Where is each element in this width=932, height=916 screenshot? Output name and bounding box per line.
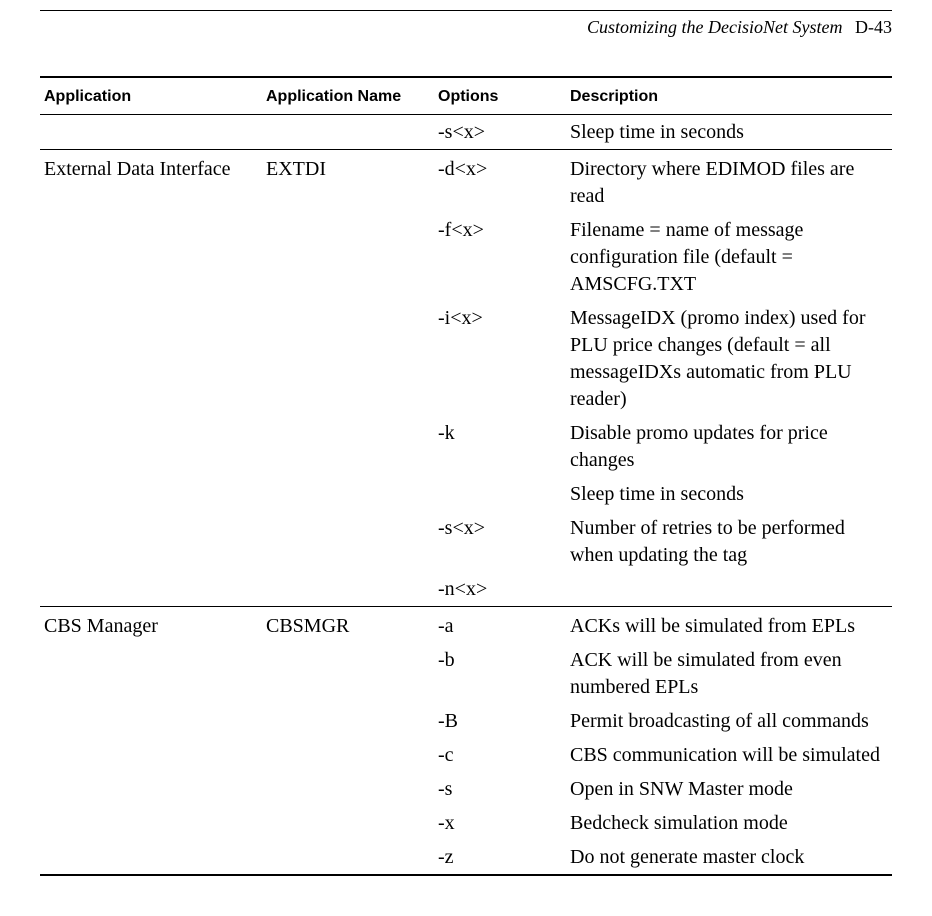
- table-header-row: Application Application Name Options Des…: [40, 77, 892, 115]
- cell-application-name: [262, 840, 434, 875]
- cell-description: Directory where EDIMOD files are read: [566, 150, 892, 214]
- cell-option: -s: [434, 772, 566, 806]
- cell-application: [40, 301, 262, 416]
- cell-option: -B: [434, 704, 566, 738]
- table-row: Sleep time in seconds: [40, 477, 892, 511]
- table-row: CBS ManagerCBSMGR-aACKs will be simulate…: [40, 607, 892, 644]
- cell-option: -a: [434, 607, 566, 644]
- cell-application: [40, 511, 262, 572]
- cell-description: Bedcheck simulation mode: [566, 806, 892, 840]
- cell-option: -f<x>: [434, 213, 566, 301]
- cell-application-name: [262, 511, 434, 572]
- running-head-title: Customizing the DecisioNet System: [587, 17, 842, 37]
- running-head: Customizing the DecisioNet System D-43: [40, 11, 892, 40]
- cell-description: Sleep time in seconds: [566, 477, 892, 511]
- cell-application-name: [262, 301, 434, 416]
- cell-application: [40, 213, 262, 301]
- cell-description: Permit broadcasting of all commands: [566, 704, 892, 738]
- cell-description: Do not generate master clock: [566, 840, 892, 875]
- cell-description: Number of retries to be performed when u…: [566, 511, 892, 572]
- cell-option: -b: [434, 643, 566, 704]
- cell-application-name: CBSMGR: [262, 607, 434, 644]
- cell-description: CBS communication will be simulated: [566, 738, 892, 772]
- page-number: D-43: [855, 17, 892, 37]
- table-row: -s<x>Sleep time in seconds: [40, 115, 892, 150]
- cell-description: ACK will be simulated from even numbered…: [566, 643, 892, 704]
- cell-option: -n<x>: [434, 572, 566, 607]
- cell-application: CBS Manager: [40, 607, 262, 644]
- options-table: Application Application Name Options Des…: [40, 76, 892, 876]
- cell-application: [40, 572, 262, 607]
- cell-application: [40, 772, 262, 806]
- col-header-application-name: Application Name: [262, 77, 434, 115]
- cell-option: -i<x>: [434, 301, 566, 416]
- cell-application: [40, 738, 262, 772]
- table-row: -xBedcheck simulation mode: [40, 806, 892, 840]
- cell-description: ACKs will be simulated from EPLs: [566, 607, 892, 644]
- cell-application: [40, 416, 262, 477]
- table-row: External Data InterfaceEXTDI-d<x>Directo…: [40, 150, 892, 214]
- cell-application-name: [262, 477, 434, 511]
- col-header-application: Application: [40, 77, 262, 115]
- cell-application: [40, 704, 262, 738]
- table-row: -s<x>Number of retries to be performed w…: [40, 511, 892, 572]
- cell-application-name: [262, 806, 434, 840]
- cell-application: [40, 806, 262, 840]
- cell-application-name: EXTDI: [262, 150, 434, 214]
- cell-option: -x: [434, 806, 566, 840]
- cell-application-name: [262, 213, 434, 301]
- col-header-options: Options: [434, 77, 566, 115]
- table-body: -s<x>Sleep time in secondsExternal Data …: [40, 115, 892, 876]
- cell-description: Open in SNW Master mode: [566, 772, 892, 806]
- cell-option: -d<x>: [434, 150, 566, 214]
- cell-description: Disable promo updates for price changes: [566, 416, 892, 477]
- cell-application-name: [262, 772, 434, 806]
- cell-option: -s<x>: [434, 511, 566, 572]
- cell-application: External Data Interface: [40, 150, 262, 214]
- cell-option: -z: [434, 840, 566, 875]
- cell-application-name: [262, 115, 434, 150]
- cell-application-name: [262, 704, 434, 738]
- table-row: -bACK will be simulated from even number…: [40, 643, 892, 704]
- cell-option: [434, 477, 566, 511]
- cell-description: Filename = name of message configuration…: [566, 213, 892, 301]
- cell-description: MessageIDX (promo index) used for PLU pr…: [566, 301, 892, 416]
- table-row: -n<x>: [40, 572, 892, 607]
- cell-application: [40, 643, 262, 704]
- cell-application-name: [262, 643, 434, 704]
- table-row: -i<x>MessageIDX (promo index) used for P…: [40, 301, 892, 416]
- cell-option: -s<x>: [434, 115, 566, 150]
- table-row: -kDisable promo updates for price change…: [40, 416, 892, 477]
- cell-application-name: [262, 738, 434, 772]
- cell-option: -c: [434, 738, 566, 772]
- table-row: -BPermit broadcasting of all commands: [40, 704, 892, 738]
- document-page: Customizing the DecisioNet System D-43 A…: [0, 10, 932, 916]
- cell-application: [40, 477, 262, 511]
- cell-application-name: [262, 416, 434, 477]
- cell-application: [40, 115, 262, 150]
- table-row: -cCBS communication will be simulated: [40, 738, 892, 772]
- cell-application: [40, 840, 262, 875]
- table-row: -f<x>Filename = name of message configur…: [40, 213, 892, 301]
- cell-option: -k: [434, 416, 566, 477]
- col-header-description: Description: [566, 77, 892, 115]
- table-row: -zDo not generate master clock: [40, 840, 892, 875]
- cell-application-name: [262, 572, 434, 607]
- cell-description: [566, 572, 892, 607]
- table-row: -sOpen in SNW Master mode: [40, 772, 892, 806]
- cell-description: Sleep time in seconds: [566, 115, 892, 150]
